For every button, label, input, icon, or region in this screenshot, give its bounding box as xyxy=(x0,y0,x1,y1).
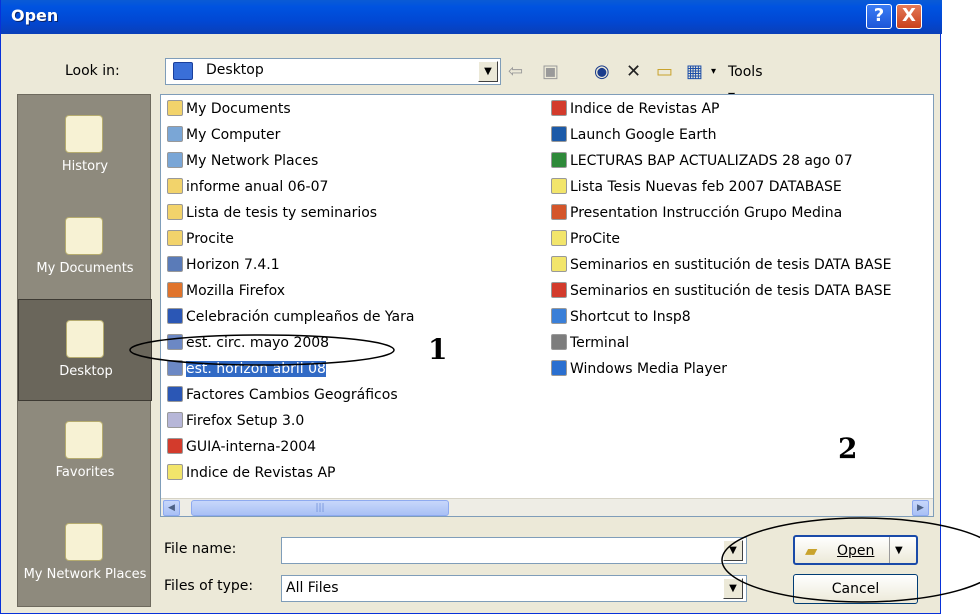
annotation-label-2: 2 xyxy=(838,432,858,465)
annotation-ellipse-1 xyxy=(129,334,395,366)
annotation-label-1: 1 xyxy=(428,333,448,366)
annotation-layer xyxy=(129,334,980,603)
annotation-ellipse-2 xyxy=(721,517,980,603)
